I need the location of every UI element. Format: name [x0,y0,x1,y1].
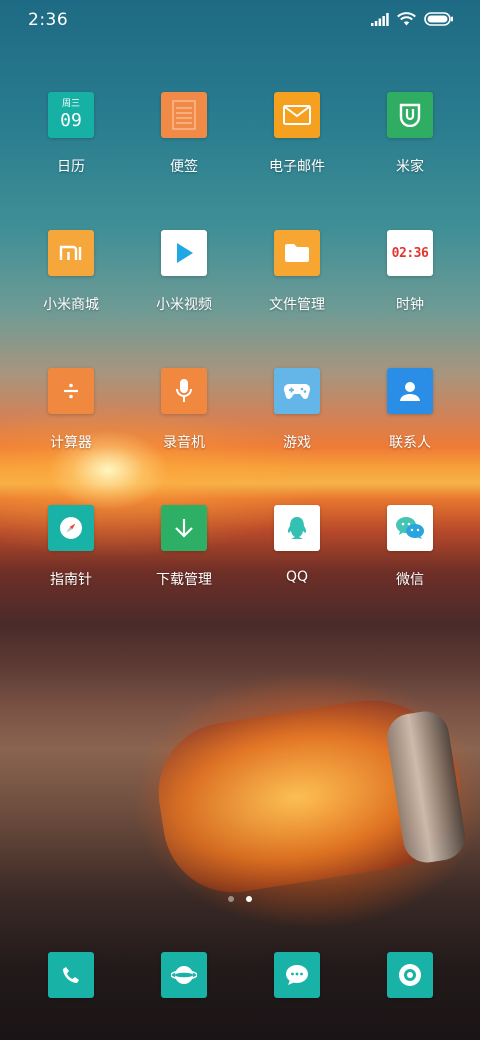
app-qq[interactable]: QQ [241,505,353,585]
app-download-manager[interactable]: 下载管理 [128,505,240,589]
mail-icon[interactable] [274,92,320,138]
app-games[interactable]: 游戏 [241,368,353,452]
video-play-icon[interactable] [161,230,207,276]
app-label: 电子邮件 [269,159,325,175]
app-notes[interactable]: 便签 [128,92,240,176]
browser-icon[interactable] [161,952,207,998]
app-mi-video[interactable]: 小米视频 [128,230,240,314]
clock-display: 02:36 [391,245,429,261]
page-dot[interactable] [228,896,234,902]
battery-icon [424,12,453,26]
status-bar: 2:36 [0,0,480,44]
camera-icon[interactable] [387,952,433,998]
status-time: 2:36 [28,10,69,30]
microphone-icon[interactable] [161,368,207,414]
app-recorder[interactable]: 录音机 [128,368,240,452]
calendar-icon[interactable]: 周三 09 [48,92,94,138]
calendar-date: 09 [60,110,82,131]
app-clock[interactable]: 02:36 时钟 [354,230,466,314]
phone-icon[interactable] [48,952,94,998]
dock-browser[interactable] [128,952,240,998]
dock-messages[interactable] [241,952,353,998]
app-label: QQ [285,569,309,585]
page-dot-active[interactable] [246,896,252,902]
app-label: 便签 [170,159,198,175]
app-mi-store[interactable]: 小米商城 [15,230,127,314]
wechat-icon[interactable] [387,505,433,551]
app-label: 小米商城 [43,297,99,313]
app-calculator[interactable]: 计算器 [15,368,127,452]
app-email[interactable]: 电子邮件 [241,92,353,176]
app-label: 日历 [57,159,85,175]
app-mijia[interactable]: 米家 [354,92,466,176]
download-icon[interactable] [161,505,207,551]
signal-icon [371,12,389,26]
app-label: 下载管理 [156,572,212,588]
mi-store-icon[interactable] [48,230,94,276]
dock-camera[interactable] [354,952,466,998]
calendar-weekday: 周三 [61,99,80,109]
app-label: 计算器 [50,435,92,451]
app-contacts[interactable]: 联系人 [354,368,466,452]
app-label: 指南针 [50,572,92,588]
messages-icon[interactable] [274,952,320,998]
contact-icon[interactable] [387,368,433,414]
gamepad-icon[interactable] [274,368,320,414]
app-label: 米家 [396,159,424,175]
app-compass[interactable]: 指南针 [15,505,127,589]
qq-icon[interactable] [274,505,320,551]
app-label: 微信 [396,572,424,588]
app-label: 时钟 [396,297,424,313]
app-label: 文件管理 [269,297,325,313]
app-file-manager[interactable]: 文件管理 [241,230,353,314]
clock-icon[interactable]: 02:36 [387,230,433,276]
compass-icon[interactable] [48,505,94,551]
app-label: 录音机 [163,435,205,451]
app-label: 游戏 [283,435,311,451]
wifi-icon [397,12,416,26]
mijia-icon[interactable] [387,92,433,138]
notes-icon[interactable] [161,92,207,138]
app-label: 小米视频 [156,297,212,313]
app-calendar[interactable]: 周三 09 日历 [15,92,127,176]
dock-phone[interactable] [15,952,127,998]
status-icons [371,12,454,26]
calculator-icon[interactable] [48,368,94,414]
app-label: 联系人 [389,435,431,451]
page-indicator [0,896,480,902]
app-wechat[interactable]: 微信 [354,505,466,589]
folder-icon[interactable] [274,230,320,276]
